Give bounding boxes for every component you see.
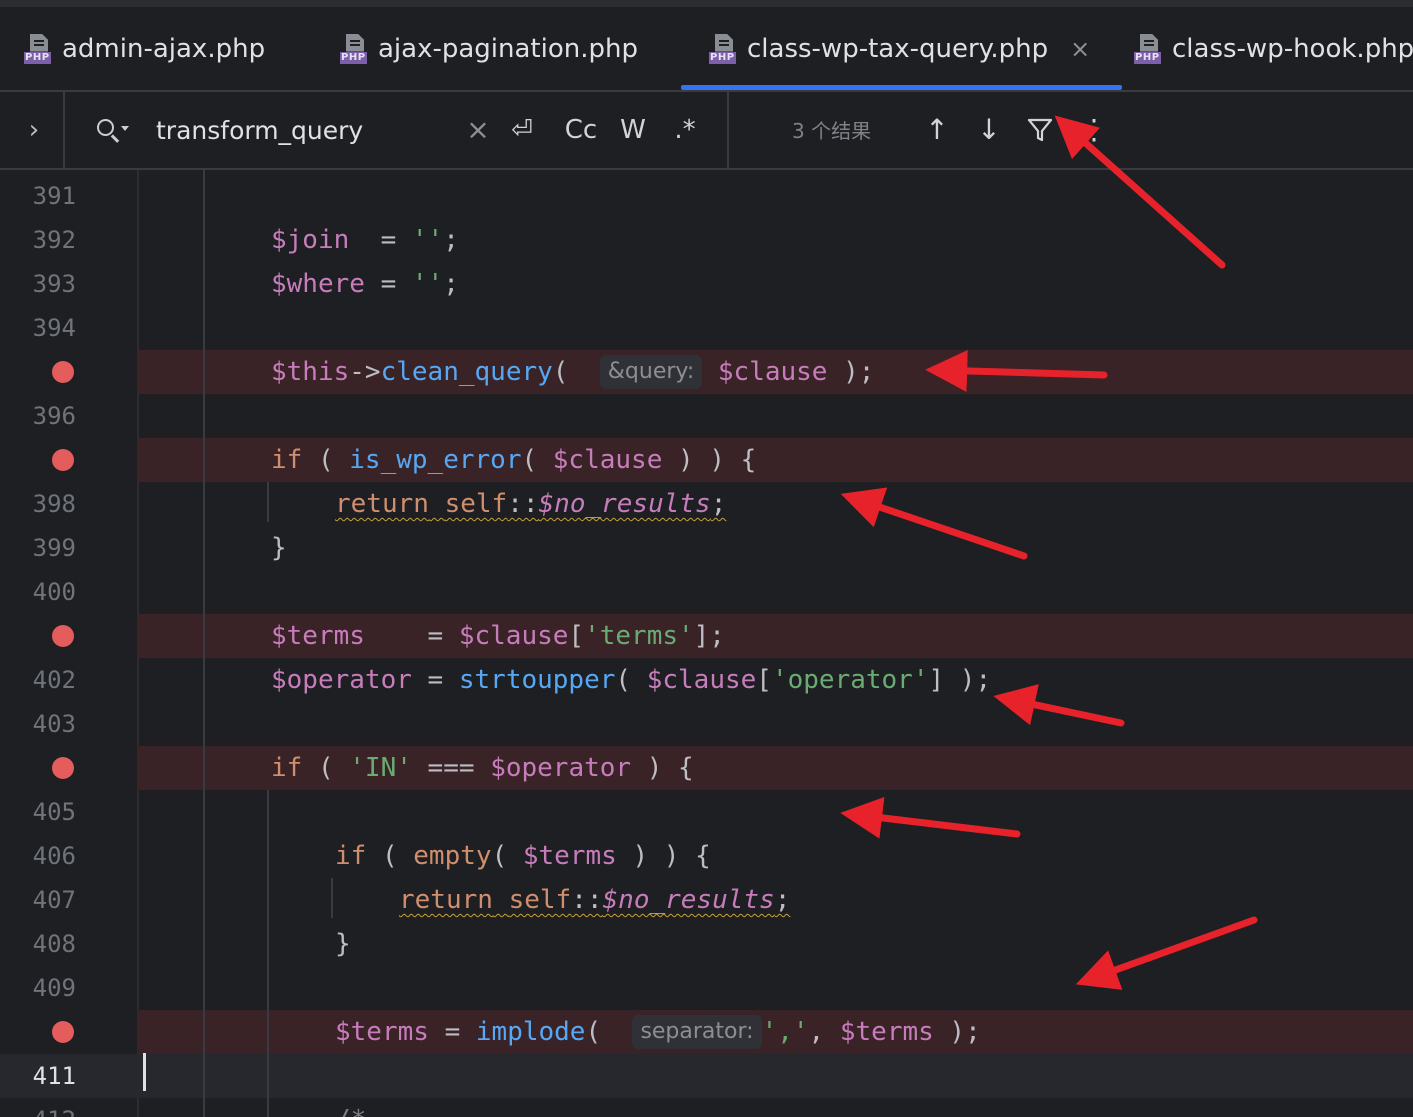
editor-tab-bar: PHP admin-ajax.php PHP ajax-pagination.p… (0, 7, 1413, 92)
tab-ajax-pagination[interactable]: PHP ajax-pagination.php (340, 7, 638, 90)
tab-class-wp-hook[interactable]: PHP class-wp-hook.php (1134, 7, 1413, 90)
code-line-breakpoint: $this->clean_query( &query: $clause ); (0, 350, 1413, 394)
parameter-hint: separator: (632, 1015, 762, 1049)
code-line: 398 return self::$no_results; (0, 482, 1413, 526)
line-number[interactable]: 393 (14, 262, 76, 306)
match-case-toggle[interactable]: Cc (560, 110, 602, 150)
line-number[interactable]: 411 (14, 1054, 76, 1098)
code-line-breakpoint: if ( is_wp_error( $clause ) ) { (0, 438, 1413, 482)
line-number[interactable]: 409 (14, 966, 76, 1010)
line-number[interactable]: 394 (14, 306, 76, 350)
more-options-icon[interactable]: ⋮ (1080, 110, 1108, 150)
text-cursor (143, 1053, 146, 1091)
code-line: 399 } (0, 526, 1413, 570)
divider (727, 92, 729, 168)
code-text: if ( 'IN' === $operator ) { (271, 753, 694, 783)
code-text: } (335, 929, 351, 959)
code-line-breakpoint: $terms = $clause['terms']; (0, 614, 1413, 658)
tab-label: class-wp-hook.php (1172, 33, 1413, 64)
line-number[interactable]: 412 (14, 1098, 76, 1117)
breakpoint-icon[interactable] (52, 625, 74, 647)
code-text: return self::$no_results; (399, 885, 791, 915)
code-line: 392 $join = ''; (0, 218, 1413, 262)
line-number[interactable]: 403 (14, 702, 76, 746)
search-history-icon[interactable] (95, 116, 131, 146)
code-text: $this->clean_query( &query: $clause ); (271, 355, 875, 389)
php-file-icon: PHP (1134, 33, 1164, 64)
next-occurrence-icon[interactable]: ↓ (974, 110, 1004, 150)
tab-label: ajax-pagination.php (378, 33, 638, 64)
line-number[interactable]: 399 (14, 526, 76, 570)
code-line: 408 } (0, 922, 1413, 966)
tab-admin-ajax[interactable]: PHP admin-ajax.php (24, 7, 265, 90)
line-number[interactable]: 398 (14, 482, 76, 526)
parameter-hint: &query: (599, 355, 703, 389)
code-line-breakpoint: if ( 'IN' === $operator ) { (0, 746, 1413, 790)
code-text: if ( is_wp_error( $clause ) ) { (271, 445, 757, 475)
code-text: $where = ''; (271, 269, 459, 299)
tab-label: class-wp-tax-query.php (747, 33, 1049, 64)
code-line: 405 (0, 790, 1413, 834)
code-text: /* (335, 1098, 366, 1117)
code-text: $terms = $clause['terms']; (271, 621, 725, 651)
line-number[interactable]: 408 (14, 922, 76, 966)
code-editor[interactable]: 391 392 $join = ''; 393 $where = ''; 394… (0, 170, 1413, 1117)
code-line: 393 $where = ''; (0, 262, 1413, 306)
line-number[interactable]: 406 (14, 834, 76, 878)
code-line: 402 $operator = strtoupper( $clause['ope… (0, 658, 1413, 702)
breakpoint-icon[interactable] (52, 757, 74, 779)
code-line: 409 (0, 966, 1413, 1010)
indent-guide (203, 170, 205, 1117)
tab-label: admin-ajax.php (62, 33, 266, 64)
indent-guide (267, 482, 269, 522)
code-text: $join = ''; (271, 225, 459, 255)
code-text: if ( empty( $terms ) ) { (335, 841, 711, 871)
code-text: return self::$no_results; (335, 489, 727, 519)
php-file-icon: PHP (24, 33, 54, 64)
code-line: 406 if ( empty( $terms ) ) { (0, 834, 1413, 878)
code-line: 412 /* (0, 1098, 1413, 1117)
clear-search-icon[interactable]: × (464, 110, 492, 150)
code-line: 400 (0, 570, 1413, 614)
code-line: 391 (0, 174, 1413, 218)
code-text: } (271, 533, 287, 563)
indent-guide (331, 878, 333, 918)
line-number[interactable]: 400 (14, 570, 76, 614)
code-line-breakpoint: $terms = implode( separator: ',', $terms … (0, 1010, 1413, 1054)
line-number[interactable]: 391 (14, 174, 76, 218)
find-bar: › × ⏎ Cc W .* 3 个结果 ↑ ↓ ⋮ (0, 92, 1413, 170)
code-text: $operator = strtoupper( $clause['operato… (271, 665, 992, 695)
php-file-icon: PHP (709, 33, 739, 64)
line-number[interactable]: 396 (14, 394, 76, 438)
code-line-current: 411 (0, 1054, 1413, 1098)
line-number[interactable]: 405 (14, 790, 76, 834)
expand-replace-chevron-icon[interactable]: › (20, 112, 48, 148)
indent-guide (267, 790, 269, 1117)
breakpoint-icon[interactable] (52, 449, 74, 471)
code-line: 394 (0, 306, 1413, 350)
close-icon[interactable]: × (1070, 35, 1090, 63)
window-top-strip (0, 0, 1413, 7)
line-number[interactable]: 402 (14, 658, 76, 702)
tab-class-wp-tax-query[interactable]: PHP class-wp-tax-query.php × (680, 7, 1123, 90)
regex-toggle[interactable]: .* (670, 110, 700, 150)
line-number[interactable]: 392 (14, 218, 76, 262)
code-line: 403 (0, 702, 1413, 746)
breakpoint-icon[interactable] (52, 1021, 74, 1043)
code-line: 407 return self::$no_results; (0, 878, 1413, 922)
breakpoint-icon[interactable] (52, 361, 74, 383)
line-number[interactable]: 407 (14, 878, 76, 922)
divider (63, 92, 65, 168)
whole-words-toggle[interactable]: W (616, 110, 650, 150)
php-file-icon: PHP (340, 33, 370, 64)
search-results-count: 3 个结果 (792, 119, 872, 143)
code-line: 396 (0, 394, 1413, 438)
newline-icon[interactable]: ⏎ (504, 110, 540, 150)
previous-occurrence-icon[interactable]: ↑ (922, 110, 952, 150)
search-input[interactable] (156, 112, 456, 148)
filter-icon[interactable] (1026, 116, 1054, 144)
code-text: $terms = implode( separator: ',', $terms … (335, 1015, 981, 1049)
